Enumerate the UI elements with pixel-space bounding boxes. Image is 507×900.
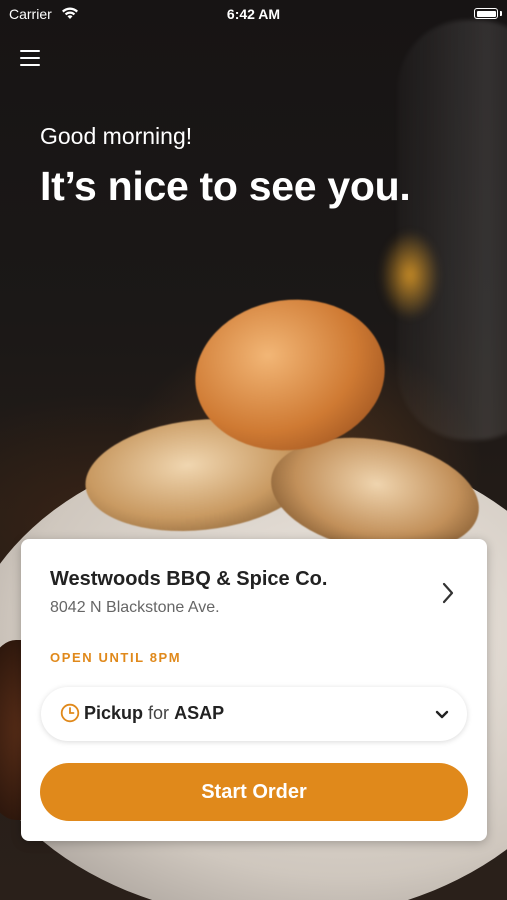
order-connector: for — [148, 703, 170, 723]
battery-icon — [474, 8, 498, 19]
order-time-selector[interactable]: Pickup for ASAP — [41, 687, 467, 741]
order-time: ASAP — [174, 703, 225, 723]
chevron-down-icon — [435, 707, 449, 725]
store-address: 8042 N Blackstone Ave. — [50, 599, 220, 616]
hamburger-menu-icon[interactable] — [20, 49, 42, 67]
store-card: Westwoods BBQ & Spice Co. 8042 N Blackst… — [21, 539, 487, 841]
clock-time: 6:42 AM — [226, 6, 281, 22]
chevron-right-icon — [441, 582, 455, 609]
store-selector-row[interactable]: Westwoods BBQ & Spice Co. 8042 N Blackst… — [21, 539, 487, 639]
store-hours-badge: OPEN UNTIL 8PM — [50, 650, 182, 665]
store-name: Westwoods BBQ & Spice Co. — [50, 568, 328, 590]
start-order-button[interactable]: Start Order — [40, 763, 468, 821]
order-mode-text: Pickup for ASAP — [84, 703, 224, 724]
battery-cap — [500, 11, 502, 16]
greeting-text: Good morning! — [40, 123, 193, 149]
order-method: Pickup — [84, 703, 144, 723]
welcome-headline: It’s nice to see you. — [40, 163, 411, 209]
clock-icon — [60, 703, 80, 728]
status-bar: Carrier 6:42 AM — [0, 0, 507, 28]
candle-glow — [380, 230, 440, 320]
